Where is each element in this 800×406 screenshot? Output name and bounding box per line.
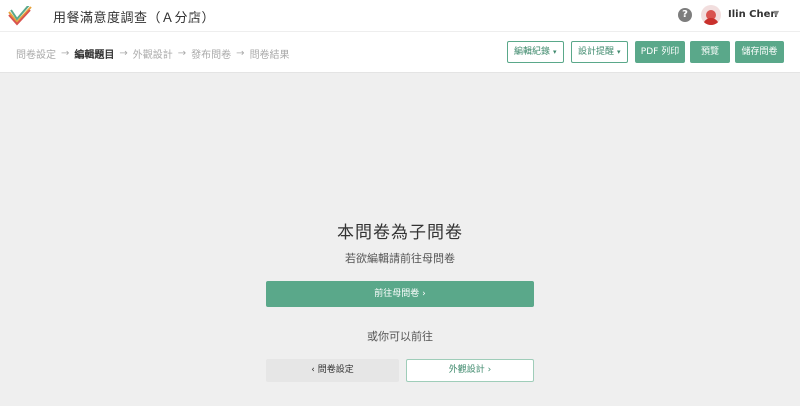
breadcrumb: 問卷設定 → 編輯題目 → 外觀設計 → 發布問卷 → 問卷結果 bbox=[16, 46, 290, 61]
top-header: 用餐滿意度調查（Ａ分店） ? Ilin Chen ▼ bbox=[0, 0, 800, 31]
avatar[interactable] bbox=[701, 5, 721, 25]
page-subtitle: 若欲編輯請前往母問卷 bbox=[345, 252, 455, 265]
design-tips-label: 設計提醒 bbox=[578, 47, 615, 57]
page-heading: 本問卷為子問卷 bbox=[337, 223, 463, 243]
step-survey-settings[interactable]: 問卷設定 bbox=[16, 46, 56, 61]
edit-history-label: 編輯紀錄 bbox=[514, 47, 551, 57]
arrow-right-icon: → bbox=[119, 48, 128, 59]
arrow-right-icon: → bbox=[177, 48, 187, 59]
step-edit-questions[interactable]: 編輯題目 bbox=[74, 46, 114, 61]
caret-down-icon: ▾ bbox=[617, 48, 621, 56]
goto-appearance-button[interactable]: 外觀設計 › bbox=[406, 359, 534, 382]
edit-history-button[interactable]: 編輯紀錄 ▾ bbox=[507, 41, 564, 63]
caret-down-icon: ▾ bbox=[553, 48, 557, 56]
step-results[interactable]: 問卷結果 bbox=[250, 46, 290, 61]
goto-parent-survey-button[interactable]: 前往母問卷 › bbox=[266, 281, 534, 307]
user-name[interactable]: Ilin Chen bbox=[728, 9, 778, 20]
arrow-right-icon: → bbox=[236, 48, 245, 59]
preview-button[interactable]: 預覽 bbox=[690, 41, 730, 63]
pdf-print-button[interactable]: PDF 列印 bbox=[635, 41, 685, 63]
or-text: 或你可以前往 bbox=[367, 330, 433, 343]
checkmark-logo-icon[interactable] bbox=[8, 4, 32, 26]
goto-survey-settings-button[interactable]: ‹ 問卷設定 bbox=[266, 359, 399, 382]
help-icon[interactable]: ? bbox=[678, 8, 692, 22]
chevron-down-icon[interactable]: ▼ bbox=[773, 9, 779, 18]
arrow-right-icon: → bbox=[61, 48, 70, 59]
avatar-body bbox=[703, 18, 719, 25]
step-publish[interactable]: 發布問卷 bbox=[191, 46, 231, 61]
external-link-icon[interactable] bbox=[188, 9, 200, 23]
design-tips-button[interactable]: 設計提醒 ▾ bbox=[571, 41, 628, 63]
step-appearance[interactable]: 外觀設計 bbox=[133, 46, 173, 61]
save-survey-button[interactable]: 儲存問卷 bbox=[735, 41, 784, 63]
